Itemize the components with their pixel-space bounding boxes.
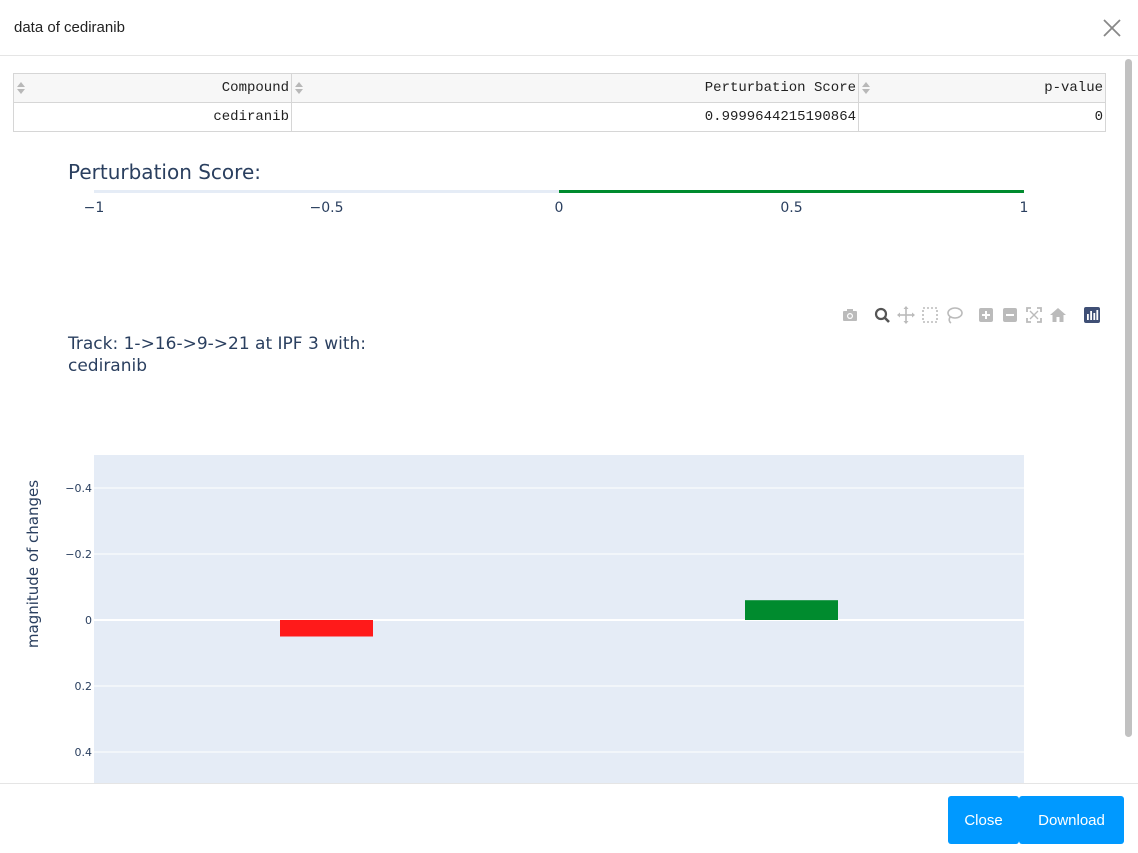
table-header-row: Compound Perturbation Score p-value (13, 73, 1106, 103)
score-x-tick: 1 (1020, 200, 1029, 216)
zoom-in-icon[interactable] (976, 305, 996, 325)
score-x-tick: −1 (84, 200, 105, 216)
body-scrollbar[interactable] (1122, 57, 1134, 781)
score-x-tick: −0.5 (310, 200, 344, 216)
score-bar (559, 190, 1024, 193)
scrollbar-thumb[interactable] (1125, 59, 1132, 737)
column-header-compound[interactable]: Compound (13, 73, 292, 103)
y-axis-label: magnitude of changes (24, 480, 42, 648)
dialog-header: data of cediranib (0, 0, 1138, 56)
camera-icon[interactable] (840, 305, 860, 325)
table-row: cediranib 0.9999644215190864 0 (13, 102, 1106, 132)
cell-p-value: 0 (858, 102, 1106, 132)
y-tick-label: −0.4 (65, 482, 92, 495)
dialog: data of cediranib Compound Perturbation … (0, 0, 1138, 853)
download-button[interactable]: Download (1019, 796, 1124, 844)
sort-icon[interactable] (862, 82, 870, 94)
dialog-body: Compound Perturbation Score p-value cedi… (0, 57, 1138, 783)
column-header-perturbation-score[interactable]: Perturbation Score (291, 73, 859, 103)
track-chart-title-line2: cediranib (68, 356, 147, 376)
plotly-logo-icon[interactable] (1082, 305, 1102, 325)
zoom-out-icon[interactable] (1000, 305, 1020, 325)
y-tick-label: −0.2 (65, 548, 92, 561)
cell-compound: cediranib (13, 102, 292, 132)
results-table: Compound Perturbation Score p-value cedi… (13, 73, 1106, 132)
dialog-title: data of cediranib (14, 19, 125, 36)
bar-ipf-0 (280, 620, 373, 637)
sort-icon[interactable] (295, 82, 303, 94)
close-button[interactable]: Close (948, 796, 1019, 844)
cell-perturbation-score: 0.9999644215190864 (291, 102, 859, 132)
reset-axes-icon[interactable] (1048, 305, 1068, 325)
track-chart: Track: 1->16->9->21 at IPF 3 with: cedir… (24, 334, 1024, 783)
column-header-p-value[interactable]: p-value (858, 73, 1106, 103)
lasso-icon[interactable] (944, 305, 964, 325)
y-tick-label: 0 (85, 614, 92, 627)
score-x-tick: 0.5 (780, 200, 802, 216)
pan-icon[interactable] (896, 305, 916, 325)
bar-ipf-3 (745, 600, 838, 620)
dialog-footer: Close Download (0, 783, 1138, 853)
close-icon[interactable] (1100, 16, 1124, 40)
sort-icon[interactable] (17, 82, 25, 94)
track-chart-title-line1: Track: 1->16->9->21 at IPF 3 with: (67, 334, 366, 354)
y-tick-label: 0.2 (75, 680, 93, 693)
chart-modebar (840, 305, 1105, 327)
zoom-icon[interactable] (872, 305, 892, 325)
perturbation-score-chart: Perturbation Score: −1 −0.5 0 0.5 1 (68, 160, 1029, 216)
y-tick-label: 0.4 (75, 746, 93, 759)
score-chart-title: Perturbation Score: (68, 160, 261, 184)
score-x-tick: 0 (555, 200, 564, 216)
box-select-icon[interactable] (920, 305, 940, 325)
autoscale-icon[interactable] (1024, 305, 1044, 325)
